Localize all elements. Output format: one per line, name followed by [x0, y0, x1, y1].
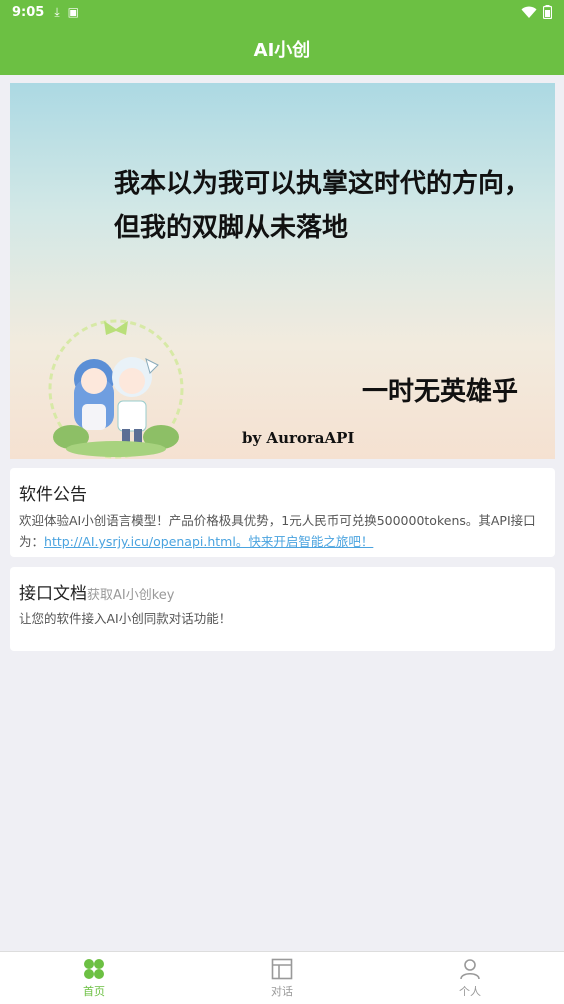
page-title: AI小创: [253, 40, 311, 61]
notice-text: 欢迎体验AI小创语言模型！产品价格极具优势，1元人民币可兑换500000toke…: [19, 510, 549, 552]
docs-title: 接口文档: [19, 584, 87, 604]
notice-heading: 软件公告: [19, 485, 87, 505]
docs-heading: 接口文档获取AI小创key: [19, 579, 174, 604]
home-icon: [84, 959, 104, 979]
download-icon: ⤓: [54, 4, 60, 19]
status-right: [521, 5, 552, 19]
banner-image[interactable]: 我本以为我可以执掌这时代的方向， 但我的双脚从未落地 一时无英雄乎 by Aur…: [10, 83, 555, 459]
get-key-link[interactable]: 获取AI小创key: [87, 588, 174, 603]
status-bar: 9:05 ⤓ ▣: [0, 0, 564, 24]
tab-chat[interactable]: 对话: [188, 952, 376, 1004]
banner-byline: by AuroraAPI: [242, 429, 355, 447]
chat-icon: [271, 958, 293, 980]
banner-right-text: 一时无英雄乎: [362, 377, 519, 407]
app-header: 9:05 ⤓ ▣ AI小创: [0, 0, 564, 75]
notice-card: 软件公告 欢迎体验AI小创语言模型！产品价格极具优势，1元人民币可兑换50000…: [10, 468, 555, 557]
person-icon: [460, 959, 480, 980]
app-icon: ▣: [67, 5, 79, 19]
tab-chat-label: 对话: [271, 985, 293, 998]
tab-home[interactable]: 首页: [0, 952, 188, 1004]
battery-icon: [543, 5, 552, 19]
api-link[interactable]: http://AI.ysrjy.icu/openapi.html。快来开启智能之…: [44, 534, 373, 549]
bottom-tab-bar: 首页 对话 个人: [0, 951, 564, 1004]
tab-home-label: 首页: [83, 985, 105, 998]
banner-line-1: 我本以为我可以执掌这时代的方向，: [114, 169, 531, 199]
tab-profile[interactable]: 个人: [376, 952, 564, 1004]
docs-text: 让您的软件接入AI小创同款对话功能！: [19, 611, 232, 626]
wifi-icon: [521, 6, 537, 18]
docs-card[interactable]: 接口文档获取AI小创key 让您的软件接入AI小创同款对话功能！: [10, 567, 555, 651]
banner-line-2: 但我的双脚从未落地: [114, 213, 349, 243]
anime-characters-artwork: [48, 319, 184, 459]
tab-profile-label: 个人: [459, 985, 481, 998]
status-time: 9:05: [12, 4, 45, 20]
